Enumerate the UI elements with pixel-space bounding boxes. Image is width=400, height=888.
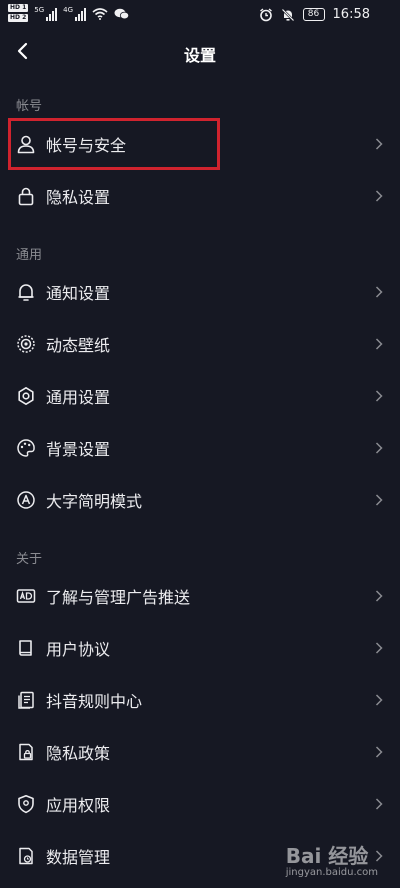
settings-item-live-wallpaper[interactable]: 动态壁纸 [0, 318, 400, 370]
chevron-right-icon [375, 442, 383, 454]
chevron-right-icon [375, 494, 383, 506]
lock-icon [18, 187, 34, 206]
gear-icon [18, 387, 34, 405]
settings-item-user-agreement[interactable]: 用户协议 [0, 622, 400, 674]
settings-item-label: 隐私设置 [46, 188, 111, 207]
settings-item-general[interactable]: 通用设置 [0, 370, 400, 422]
settings-item-notifications[interactable]: 通知设置 [0, 266, 400, 318]
alarm-icon [259, 7, 272, 21]
settings-item-label: 应用权限 [46, 796, 111, 815]
wifi-icon [92, 8, 108, 20]
document-icon [18, 691, 34, 709]
settings-item-label: 大字简明模式 [46, 492, 143, 511]
settings-item-label: 背景设置 [46, 440, 111, 459]
book-icon [19, 640, 32, 656]
settings-item-label: 了解与管理广告推送 [46, 588, 191, 607]
chevron-right-icon [375, 590, 383, 602]
clock: 16:58 [332, 7, 370, 22]
settings-item-background[interactable]: 背景设置 [0, 422, 400, 474]
watermark: Bai 经验 jingyan.baidu.com [286, 840, 378, 878]
chevron-right-icon [375, 138, 383, 150]
network-5g-label: 5G [34, 6, 45, 14]
section-heading-about: 关于 [16, 552, 43, 567]
chevron-right-icon [375, 190, 383, 202]
data-icon [19, 847, 33, 865]
watermark-url: jingyan.baidu.com [285, 867, 378, 878]
wechat-icon [114, 8, 130, 20]
page-title: 设置 [183, 46, 216, 65]
hd2-badge: HD 2 [8, 14, 29, 22]
live-wallpaper-icon [17, 335, 35, 353]
nav-bar: 设置 [0, 30, 400, 74]
mute-bell-icon [281, 8, 294, 21]
shield-icon [18, 795, 34, 814]
settings-item-large-text-mode[interactable]: 大字简明模式 [0, 474, 400, 526]
privacy-doc-icon [19, 743, 33, 761]
chevron-right-icon [375, 390, 383, 402]
highlight-box [8, 118, 220, 170]
status-bar: HD 1 HD 2 5G 4G 86 16:58 [0, 0, 400, 30]
signal-icon [46, 7, 58, 21]
chevron-right-icon [375, 798, 383, 810]
ad-icon [16, 589, 36, 603]
section-heading-general: 通用 [16, 248, 43, 263]
settings-item-label: 动态壁纸 [46, 336, 111, 355]
settings-item-label: 抖音规则中心 [46, 692, 143, 711]
settings-item-label: 用户协议 [46, 640, 111, 659]
signal-icon-2 [75, 7, 87, 21]
settings-item-label: 数据管理 [46, 848, 111, 867]
status-right: 86 16:58 [259, 7, 370, 22]
hd1-badge: HD 1 [8, 4, 29, 12]
settings-item-privacy-policy[interactable]: 隐私政策 [0, 726, 400, 778]
battery-level: 86 [302, 8, 325, 21]
palette-icon [17, 439, 35, 457]
status-left: HD 1 HD 2 5G 4G [8, 4, 130, 24]
bell-icon [18, 284, 34, 301]
settings-item-ad-management[interactable]: 了解与管理广告推送 [0, 570, 400, 622]
chevron-right-icon [375, 694, 383, 706]
section-heading-account: 帐号 [16, 99, 43, 114]
chevron-right-icon [375, 746, 383, 758]
settings-item-privacy[interactable]: 隐私设置 [0, 170, 400, 222]
hd-indicator: HD 1 HD 2 [8, 4, 29, 24]
network-4g-label: 4G [63, 6, 74, 14]
settings-item-label: 通知设置 [46, 284, 111, 303]
watermark-brand: Bai 经验 [285, 844, 369, 868]
settings-item-rules-center[interactable]: 抖音规则中心 [0, 674, 400, 726]
settings-item-label: 隐私政策 [46, 744, 111, 763]
font-size-icon [17, 491, 35, 509]
settings-item-app-permissions[interactable]: 应用权限 [0, 778, 400, 830]
chevron-right-icon [375, 338, 383, 350]
chevron-right-icon [375, 642, 383, 654]
settings-item-label: 通用设置 [46, 388, 111, 407]
chevron-right-icon [375, 286, 383, 298]
